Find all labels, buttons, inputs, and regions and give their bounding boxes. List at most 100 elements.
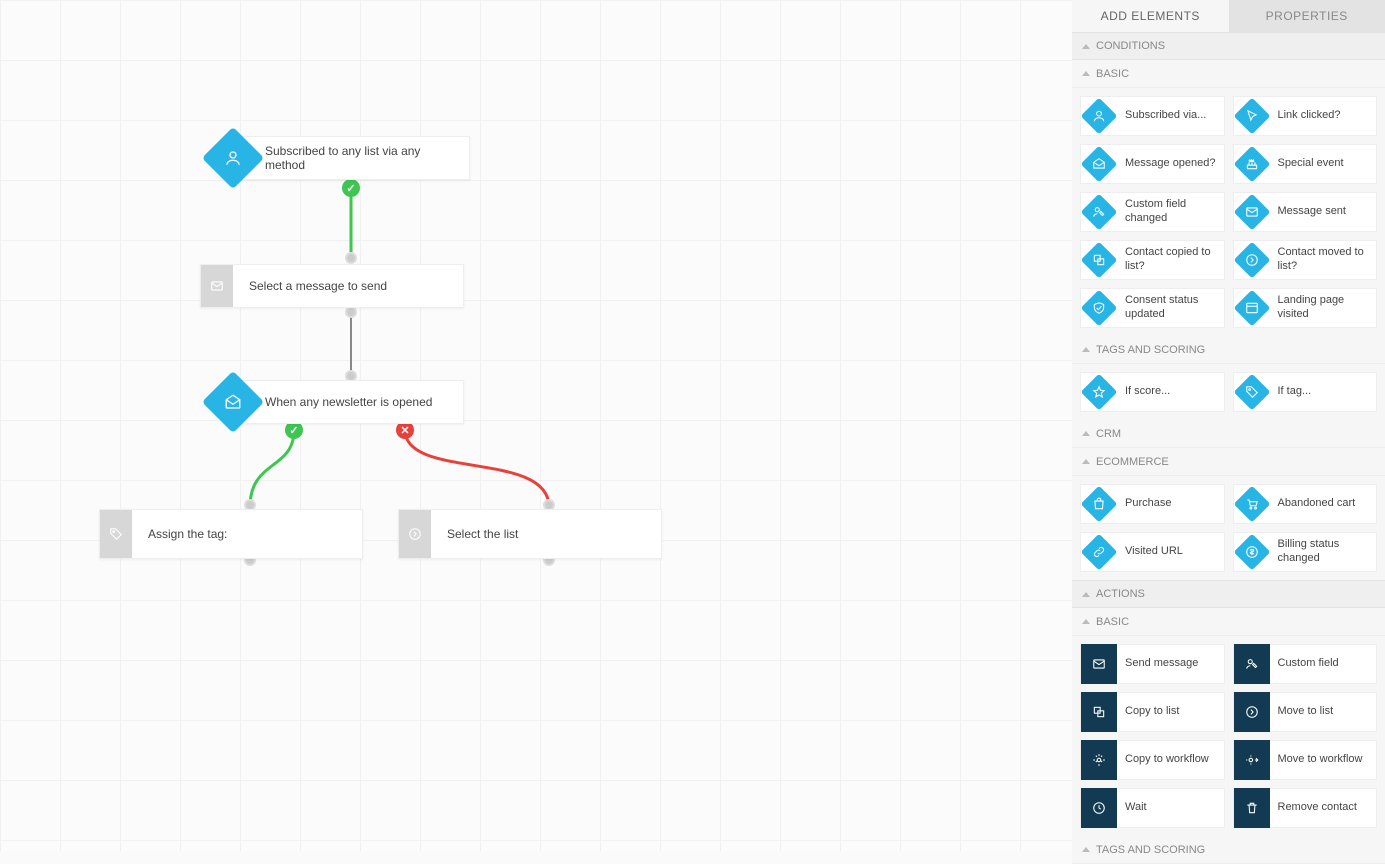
element-if-score[interactable]: If score...	[1080, 372, 1225, 412]
person-edit-icon	[1234, 644, 1270, 684]
copy-icon	[1081, 692, 1117, 732]
node-label: Subscribed to any list via any method	[233, 144, 469, 172]
node-move-to-list-action[interactable]: Select the list	[398, 509, 662, 559]
element-contact-moved[interactable]: Contact moved to list?	[1233, 240, 1378, 280]
element-move-to-list[interactable]: Move to list	[1233, 692, 1378, 732]
element-label: Contact copied to list?	[1117, 246, 1224, 274]
node-message-opened-condition[interactable]: When any newsletter is opened	[232, 380, 464, 424]
element-abandoned-cart[interactable]: Abandoned cart	[1233, 484, 1378, 524]
sidebar: ADD ELEMENTS PROPERTIES CONDITIONS BASIC…	[1072, 0, 1385, 851]
element-if-tag[interactable]: If tag...	[1233, 372, 1378, 412]
arrow-right-circle-icon	[1234, 240, 1270, 280]
element-copy-to-workflow[interactable]: Copy to workflow	[1080, 740, 1225, 780]
connector-dot[interactable]	[345, 252, 357, 264]
element-label: Custom field changed	[1117, 198, 1224, 226]
node-subscribed-condition[interactable]: Subscribed to any list via any method	[232, 136, 470, 180]
caret-up-icon	[1082, 71, 1090, 76]
branch-yes-icon: ✓	[342, 179, 360, 197]
subsection-title: TAGS AND SCORING	[1096, 844, 1205, 856]
element-special-event[interactable]: Special event	[1233, 144, 1378, 184]
element-label: Message sent	[1270, 205, 1354, 219]
open-envelope-icon	[202, 371, 264, 433]
shield-check-icon	[1081, 288, 1117, 328]
subsection-title: CRM	[1096, 428, 1121, 440]
subsection-title: TAGS AND SCORING	[1096, 344, 1205, 356]
workflow-canvas[interactable]: ✓ ✓ ✕ Subscribed to any list via any met…	[0, 0, 1072, 851]
element-send-message[interactable]: Send message	[1080, 644, 1225, 684]
subsection-actions-basic[interactable]: BASIC	[1072, 608, 1385, 636]
star-icon	[1081, 372, 1117, 412]
caret-up-icon	[1082, 431, 1090, 436]
caret-up-icon	[1082, 847, 1090, 852]
node-send-message-action[interactable]: Select a message to send	[200, 264, 464, 308]
tab-properties[interactable]: PROPERTIES	[1229, 0, 1385, 32]
node-label: Assign the tag:	[132, 527, 243, 541]
element-copy-to-list[interactable]: Copy to list	[1080, 692, 1225, 732]
gear-icon	[1081, 740, 1117, 780]
cake-icon	[1234, 144, 1270, 184]
element-move-to-workflow[interactable]: Move to workflow	[1233, 740, 1378, 780]
element-custom-field[interactable]: Custom field	[1233, 644, 1378, 684]
browser-icon	[1234, 288, 1270, 328]
section-title: ACTIONS	[1096, 588, 1145, 600]
link-icon	[1081, 532, 1117, 572]
subsection-conditions-basic[interactable]: BASIC	[1072, 60, 1385, 88]
person-icon	[1081, 96, 1117, 136]
element-label: Visited URL	[1117, 545, 1191, 559]
section-conditions[interactable]: CONDITIONS	[1072, 32, 1385, 60]
element-visited-url[interactable]: Visited URL	[1080, 532, 1225, 572]
tab-add-elements[interactable]: ADD ELEMENTS	[1072, 0, 1229, 32]
caret-up-icon	[1082, 619, 1090, 624]
element-label: Special event	[1270, 157, 1352, 171]
element-label: If tag...	[1270, 385, 1320, 399]
subsection-conditions-crm[interactable]: CRM	[1072, 420, 1385, 448]
copy-icon	[1081, 240, 1117, 280]
element-consent-updated[interactable]: Consent status updated	[1080, 288, 1225, 328]
caret-up-icon	[1082, 459, 1090, 464]
element-label: Wait	[1117, 801, 1155, 815]
element-label: Move to list	[1270, 705, 1342, 719]
element-link-clicked[interactable]: Link clicked?	[1233, 96, 1378, 136]
element-label: If score...	[1117, 385, 1178, 399]
section-actions[interactable]: ACTIONS	[1072, 580, 1385, 608]
element-message-opened[interactable]: Message opened?	[1080, 144, 1225, 184]
element-custom-field-changed[interactable]: Custom field changed	[1080, 192, 1225, 232]
node-label: Select the list	[431, 527, 534, 541]
arrow-right-circle-icon	[399, 510, 431, 558]
person-icon	[202, 127, 264, 189]
tab-label: ADD ELEMENTS	[1101, 9, 1200, 23]
element-label: Copy to list	[1117, 705, 1187, 719]
element-label: Consent status updated	[1117, 294, 1224, 322]
section-title: CONDITIONS	[1096, 40, 1165, 52]
element-label: Abandoned cart	[1270, 497, 1364, 511]
dollar-icon	[1234, 532, 1270, 572]
element-label: Remove contact	[1270, 801, 1365, 815]
element-label: Copy to workflow	[1117, 753, 1217, 767]
subsection-conditions-tags[interactable]: TAGS AND SCORING	[1072, 336, 1385, 364]
element-label: Move to workflow	[1270, 753, 1371, 767]
caret-up-icon	[1082, 347, 1090, 352]
element-message-sent[interactable]: Message sent	[1233, 192, 1378, 232]
subsection-title: BASIC	[1096, 68, 1129, 80]
element-landing-page-visited[interactable]: Landing page visited	[1233, 288, 1378, 328]
gear-arrow-icon	[1234, 740, 1270, 780]
subsection-actions-tags[interactable]: TAGS AND SCORING	[1072, 836, 1385, 864]
open-envelope-icon	[1081, 144, 1117, 184]
node-assign-tag-action[interactable]: Assign the tag:	[99, 509, 363, 559]
person-edit-icon	[1081, 192, 1117, 232]
element-label: Purchase	[1117, 497, 1179, 511]
envelope-icon	[1234, 192, 1270, 232]
element-subscribed-via[interactable]: Subscribed via...	[1080, 96, 1225, 136]
envelope-icon	[201, 265, 233, 307]
caret-up-icon	[1082, 44, 1090, 49]
subsection-conditions-ecommerce[interactable]: ECOMMERCE	[1072, 448, 1385, 476]
subsection-title: ECOMMERCE	[1096, 456, 1169, 468]
element-label: Contact moved to list?	[1270, 246, 1377, 274]
element-label: Landing page visited	[1270, 294, 1377, 322]
element-wait[interactable]: Wait	[1080, 788, 1225, 828]
element-remove-contact[interactable]: Remove contact	[1233, 788, 1378, 828]
element-contact-copied[interactable]: Contact copied to list?	[1080, 240, 1225, 280]
caret-up-icon	[1082, 592, 1090, 597]
element-purchase[interactable]: Purchase	[1080, 484, 1225, 524]
element-billing-status-changed[interactable]: Billing status changed	[1233, 532, 1378, 572]
